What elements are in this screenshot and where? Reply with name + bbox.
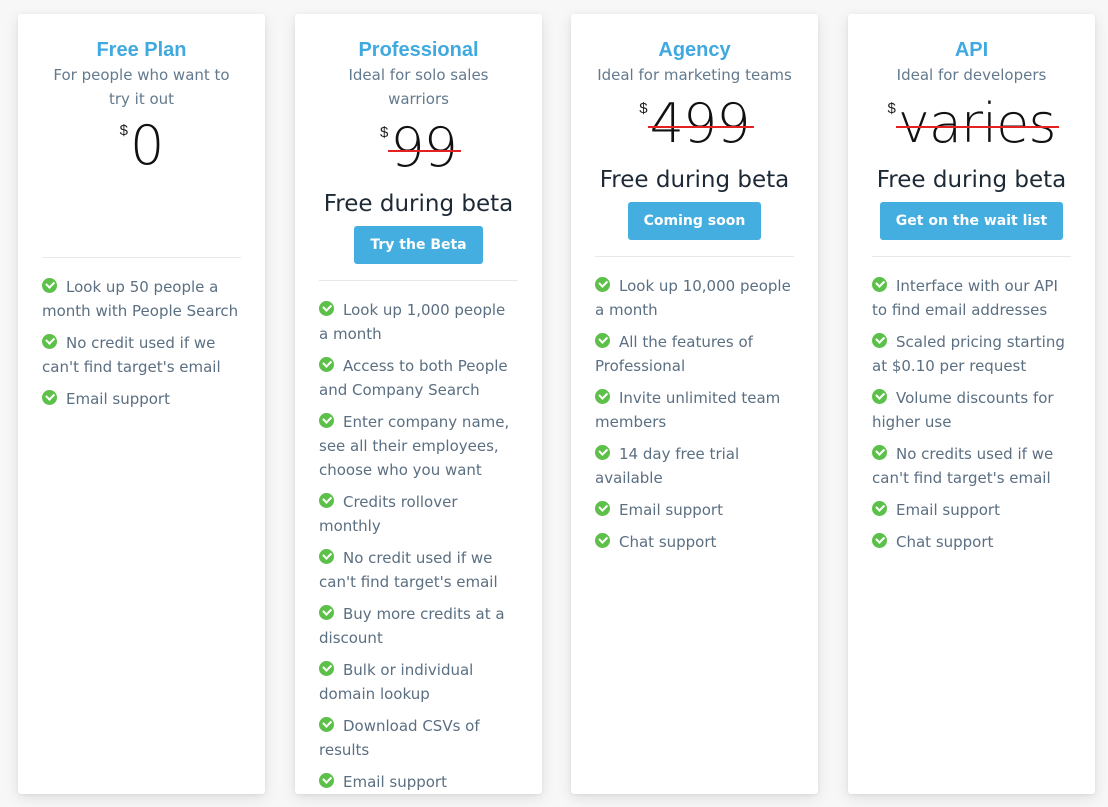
feature-list: Look up 10,000 people a month All the fe… [595,274,794,554]
feature-item: All the features of Professional [595,333,753,375]
check-circle-icon [595,389,610,404]
currency-symbol: $ [887,100,896,117]
price-amount-struck: varies [895,92,1060,155]
check-circle-icon [42,334,57,349]
divider [872,256,1071,257]
feature-item: Email support [595,498,794,522]
check-circle-icon [319,357,334,372]
check-circle-icon [319,661,334,676]
currency-symbol: $ [119,122,128,139]
feature-item: Scaled pricing starting at $0.10 per req… [872,333,1065,375]
check-circle-icon [42,390,57,405]
plan-name: API [954,39,989,61]
beta-label: Free during beta [323,191,514,217]
check-circle-icon [595,445,610,460]
check-circle-icon [319,773,334,788]
plan-name: Professional [358,39,479,61]
feature-item: Enter company name, see all their employ… [319,413,510,479]
wait-list-button[interactable]: Get on the wait list [879,202,1064,240]
feature-item: Download CSVs of results [319,717,480,759]
feature-item: Email support [42,387,241,411]
feature-item: No credit used if we can't find target's… [42,334,221,376]
check-circle-icon [595,277,610,292]
pricing-plans: Free Plan For people who want to try it … [0,0,1108,807]
check-circle-icon [319,301,334,316]
plan-card-free: Free Plan For people who want to try it … [18,14,265,794]
beta-label: Free during beta [599,167,790,193]
feature-item: No credit used if we can't find target's… [319,549,498,591]
try-beta-button[interactable]: Try the Beta [354,226,483,264]
check-circle-icon [319,549,334,564]
feature-item: Email support [872,498,1071,522]
check-circle-icon [872,333,887,348]
feature-item: Interface with our API to find email add… [872,277,1058,319]
price: $99 [319,117,518,179]
beta-label: Free during beta [876,167,1067,193]
check-circle-icon [595,333,610,348]
check-circle-icon [42,278,57,293]
feature-list: Look up 50 people a month with People Se… [42,275,241,411]
divider [319,280,518,281]
price: $0 [42,115,241,177]
feature-item: Look up 1,000 people a month [319,301,506,343]
feature-item: Look up 10,000 people a month [595,277,791,319]
price-amount: 0 [129,114,164,177]
price: $varies [872,93,1071,155]
divider [595,256,794,257]
coming-soon-button[interactable]: Coming soon [627,202,762,240]
currency-symbol: $ [379,124,389,141]
check-circle-icon [872,277,887,292]
feature-item: Chat support [595,530,794,554]
plan-name: Free Plan [96,39,187,61]
price-amount-struck: 499 [647,92,754,155]
feature-item: Buy more credits at a discount [319,605,505,647]
check-circle-icon [319,717,334,732]
divider [42,257,241,258]
plan-card-agency: Agency Ideal for marketing teams $499 Fr… [571,14,818,794]
feature-item: 14 day free trial available [595,445,740,487]
plan-description: Ideal for solo sales warriors [348,66,489,108]
feature-item: Credits rollover monthly [319,493,458,535]
feature-item: Invite unlimited team members [595,389,781,431]
plan-card-api: API Ideal for developers $varies Free du… [848,14,1095,794]
plan-name: Agency [658,39,731,61]
feature-list: Look up 1,000 people a month Access to b… [319,298,518,794]
feature-item: Volume discounts for higher use [872,389,1054,431]
plan-description: For people who want to try it out [53,66,230,108]
price: $499 [595,93,794,155]
feature-item: Access to both People and Company Search [319,357,508,399]
plan-description: Ideal for developers [896,66,1047,84]
check-circle-icon [595,533,610,548]
price-amount-struck: 99 [388,116,461,179]
currency-symbol: $ [639,100,648,117]
feature-item: Bulk or individual domain lookup [319,661,474,703]
check-circle-icon [872,389,887,404]
plan-card-professional: Professional Ideal for solo sales warrio… [295,14,542,794]
feature-item: Email support [319,770,518,794]
check-circle-icon [872,445,887,460]
check-circle-icon [872,501,887,516]
feature-item: Chat support [872,530,1071,554]
plan-description: Ideal for marketing teams [597,66,792,84]
feature-item: No credits used if we can't find target'… [872,445,1054,487]
feature-item: Look up 50 people a month with People Se… [42,278,239,320]
feature-list: Interface with our API to find email add… [872,274,1071,554]
check-circle-icon [319,413,334,428]
check-circle-icon [872,533,887,548]
check-circle-icon [595,501,610,516]
check-circle-icon [319,493,334,508]
check-circle-icon [319,605,334,620]
